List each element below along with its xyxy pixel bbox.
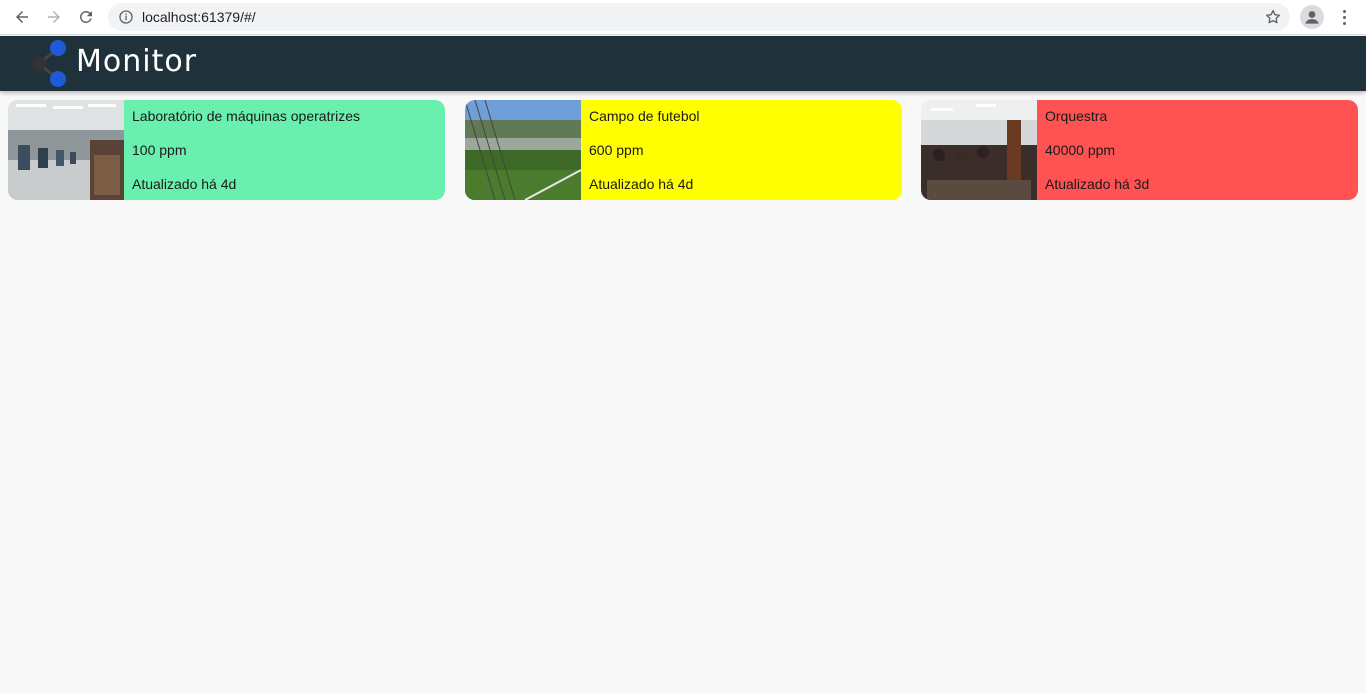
card-value: 40000 ppm [1045,142,1116,158]
card-body: Laboratório de máquinas operatrizes 100 … [124,100,445,200]
dot-icon [1342,15,1346,19]
card-body: Orquestra 40000 ppm Atualizado há 3d [1037,100,1358,200]
info-icon[interactable] [118,9,134,25]
football-field-photo [465,100,581,200]
dot-icon [1342,9,1346,13]
browser-toolbar: localhost:61379/#/ [0,0,1366,35]
app-logo-icon [32,40,66,87]
reload-button[interactable] [73,5,99,29]
profile-button[interactable] [1300,5,1324,29]
machine-lab-photo [8,100,124,200]
card-updated: Atualizado há 3d [1045,176,1150,192]
address-bar[interactable]: localhost:61379/#/ [108,3,1290,31]
url-text: localhost:61379/#/ [142,9,256,25]
sensor-card[interactable]: Campo de futebol 600 ppm Atualizado há 4… [465,100,902,200]
sensor-card[interactable]: Laboratório de máquinas operatrizes 100 … [8,100,445,200]
back-button[interactable] [9,5,35,29]
dot-icon [1342,21,1346,25]
card-value: 100 ppm [132,142,187,158]
card-updated: Atualizado há 4d [132,176,237,192]
card-updated: Atualizado há 4d [589,176,694,192]
forward-button[interactable] [41,5,67,29]
sensor-card[interactable]: Orquestra 40000 ppm Atualizado há 3d [921,100,1358,200]
arrow-right-icon [48,11,60,23]
app-title: Monitor [76,44,198,79]
reload-icon [79,10,92,23]
card-title: Orquestra [1045,108,1108,124]
app-bar: Monitor [0,36,1366,91]
card-value: 600 ppm [589,142,644,158]
card-body: Campo de futebol 600 ppm Atualizado há 4… [581,100,902,200]
sensor-card-list: Laboratório de máquinas operatrizes 100 … [8,100,1358,200]
star-icon[interactable] [1264,8,1282,26]
card-title: Campo de futebol [589,108,700,124]
card-title: Laboratório de máquinas operatrizes [132,108,361,124]
arrow-left-icon [16,11,28,23]
person-icon [1305,11,1319,24]
browser-menu-button[interactable] [1334,5,1354,29]
orchestra-photo [921,100,1037,200]
